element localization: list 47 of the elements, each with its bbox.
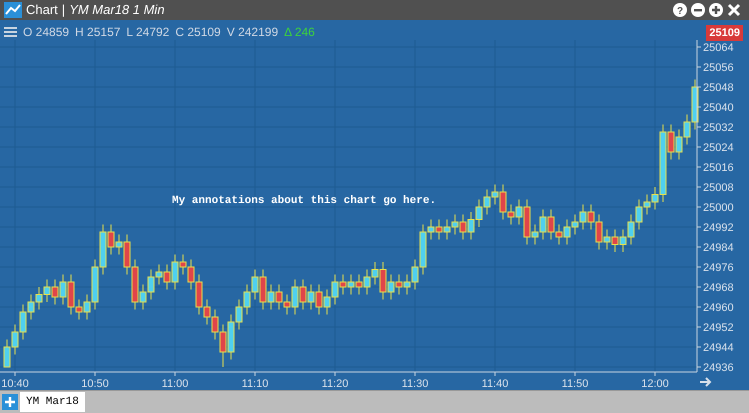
price-axis-label: 25032 <box>703 122 734 134</box>
time-axis-label: 10:50 <box>81 378 109 390</box>
add-tab-button[interactable] <box>2 394 18 410</box>
time-axis-label: 11:00 <box>162 378 188 390</box>
price-axis-label: 24968 <box>703 282 734 294</box>
time-axis-label: 11:50 <box>562 378 588 390</box>
price-axis-label: 25024 <box>703 142 734 154</box>
ohlc-value: H 25157 <box>75 24 120 41</box>
time-axis-label: 12:00 <box>641 378 669 390</box>
close-icon[interactable] <box>727 3 741 17</box>
chart-annotation: My annotations about this chart go here. <box>172 194 436 209</box>
price-axis-label: 24984 <box>703 242 734 254</box>
ohlc-value: C 25109 <box>175 24 221 41</box>
minimize-icon[interactable] <box>691 3 705 17</box>
arrow-right-icon[interactable] <box>699 377 712 387</box>
time-axis-label: 10:40 <box>1 378 29 390</box>
price-axis-label: 24992 <box>703 222 734 234</box>
symbol-tab[interactable]: YM Mar18 <box>20 392 85 412</box>
price-axis-label: 24944 <box>703 342 734 354</box>
price-axis-label: 25040 <box>703 102 734 114</box>
line-chart-icon <box>4 2 22 18</box>
price-axis-label: 25016 <box>703 162 734 174</box>
price-axis-label: 25000 <box>703 202 734 214</box>
price-axis-label: 24960 <box>703 302 734 314</box>
change-value: Δ 246 <box>284 24 315 41</box>
window-subtitle: YM Mar18 1 Min <box>69 1 165 20</box>
time-axis-label: 11:30 <box>402 378 428 390</box>
price-axis-label: 24976 <box>703 262 734 274</box>
price-axis-label: 24936 <box>703 362 734 374</box>
time-axis-label: 11:40 <box>482 378 508 390</box>
title-separator: | <box>62 1 66 20</box>
price-axis-label: 25048 <box>703 82 734 94</box>
last-price-badge: 25109 <box>706 25 743 41</box>
price-axis-label: 25056 <box>703 62 734 74</box>
price-axis-label: 24952 <box>703 322 734 334</box>
price-axis-label: 25008 <box>703 182 734 194</box>
maximize-icon[interactable] <box>709 3 723 17</box>
menu-icon[interactable] <box>4 26 17 38</box>
time-axis-label: 11:20 <box>322 378 348 390</box>
plus-icon <box>5 397 15 407</box>
ohlc-value: O 24859 <box>23 24 70 41</box>
help-icon[interactable]: ? <box>673 3 687 17</box>
ohlc-value: V 242199 <box>226 24 278 41</box>
price-axis-label: 25064 <box>703 42 734 54</box>
window-title: Chart <box>26 1 58 20</box>
ohlc-value: L 24792 <box>126 24 170 41</box>
time-axis-label: 11:10 <box>242 378 268 390</box>
